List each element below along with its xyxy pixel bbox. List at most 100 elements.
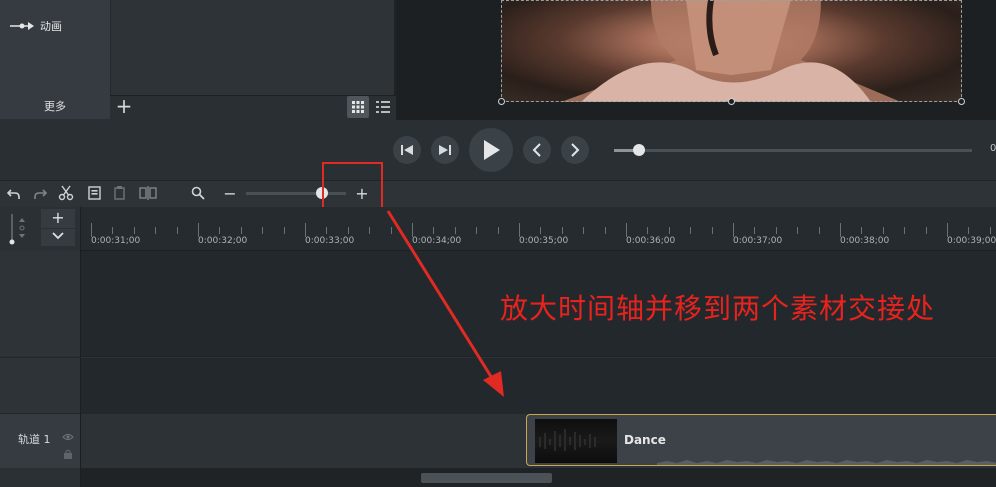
resize-handle-bottom-left[interactable] xyxy=(498,98,505,105)
ruler-label: 0:00:33;00 xyxy=(305,236,355,246)
clip-thumbnail-waveform xyxy=(539,429,596,451)
clip-name: Dance xyxy=(624,433,666,447)
ruler-tick xyxy=(989,227,991,234)
ruler-tick xyxy=(155,227,157,234)
clipboard-icon xyxy=(114,186,125,200)
sidebar-item-animation[interactable]: 动画 xyxy=(8,14,108,38)
ruler-tick xyxy=(904,227,906,234)
track-height-slider[interactable] xyxy=(8,212,28,246)
list-icon xyxy=(376,101,390,113)
ruler-tick xyxy=(775,227,777,234)
ruler-tick xyxy=(112,227,114,234)
ruler-tick xyxy=(604,227,606,234)
cut-button[interactable] xyxy=(56,182,76,204)
zoom-search-button[interactable] xyxy=(188,182,208,204)
lock-icon[interactable] xyxy=(63,444,73,459)
eye-icon[interactable] xyxy=(62,426,74,440)
ruler-label: 0:00:32;00 xyxy=(198,236,248,246)
ruler-tick xyxy=(176,227,178,234)
ruler-tick xyxy=(305,223,306,237)
ruler-tick xyxy=(818,227,820,234)
add-track-button[interactable]: + xyxy=(41,209,75,228)
time-readout: 0 xyxy=(990,143,996,154)
ruler-tick xyxy=(240,227,242,234)
annotation-arrow xyxy=(386,210,504,397)
ruler-tick xyxy=(690,227,692,234)
ruler-tick xyxy=(711,227,713,234)
ruler-tick xyxy=(369,227,371,234)
copy-icon xyxy=(88,186,101,200)
timeline-ruler[interactable]: 0:00:31;00 0:00:32;00 0:00:33;00 0:00:34;00… xyxy=(81,207,996,251)
selection-border xyxy=(501,0,962,102)
zoom-out-button[interactable]: − xyxy=(220,182,240,204)
ruler-tick xyxy=(925,227,927,234)
clip-thumbnail xyxy=(535,419,617,463)
track-header-empty xyxy=(0,357,80,413)
track-height-icon xyxy=(9,214,25,245)
previous-button[interactable] xyxy=(523,136,551,164)
redo-button[interactable] xyxy=(30,182,50,204)
ruler-tick xyxy=(283,227,285,234)
resize-handle-bottom-center[interactable] xyxy=(728,98,735,105)
grid-view-button[interactable] xyxy=(347,96,369,118)
ruler-label: 0:00:36;00 xyxy=(626,236,676,246)
track-1-label: 轨道 1 xyxy=(18,433,51,446)
chevron-left-icon xyxy=(532,143,541,157)
split-button[interactable] xyxy=(138,182,158,204)
chevron-right-icon xyxy=(571,143,580,157)
step-back-button[interactable] xyxy=(393,136,421,164)
play-button[interactable] xyxy=(469,128,513,172)
ruler-tick xyxy=(882,227,884,234)
resize-handle-bottom-right[interactable] xyxy=(958,98,965,105)
ruler-tick xyxy=(861,227,863,234)
ruler-tick xyxy=(91,223,92,237)
animation-arrow-icon xyxy=(10,22,34,30)
redo-icon xyxy=(34,189,47,199)
ruler-tick xyxy=(583,227,585,234)
media-clip[interactable]: Dance xyxy=(526,414,996,466)
ruler-tick xyxy=(647,227,649,234)
sidebar-item-animation-label: 动画 xyxy=(40,20,62,33)
track-options-button[interactable] xyxy=(41,229,75,246)
ruler-tick xyxy=(733,223,734,237)
chevron-down-icon xyxy=(52,232,64,240)
ruler-label: 0:00:38;00 xyxy=(840,236,890,246)
paste-button[interactable] xyxy=(110,182,130,204)
ruler-tick xyxy=(626,223,627,237)
ruler-tick xyxy=(840,223,841,237)
track-lane-empty[interactable] xyxy=(81,357,996,413)
step-forward-button[interactable] xyxy=(431,136,459,164)
undo-icon xyxy=(7,189,20,199)
scrubber-handle[interactable] xyxy=(633,144,645,156)
ruler-tick xyxy=(133,227,135,234)
ruler-label: 0:00:35;00 xyxy=(519,236,569,246)
copy-button[interactable] xyxy=(84,182,104,204)
ruler-tick xyxy=(540,227,542,234)
undo-button[interactable] xyxy=(4,182,24,204)
next-button[interactable] xyxy=(561,136,589,164)
clip-audio-waveform xyxy=(657,460,996,465)
ruler-tick xyxy=(326,227,328,234)
ruler-label: 0:00:31;00 xyxy=(91,236,141,246)
ruler-tick xyxy=(347,227,349,234)
add-button[interactable]: + xyxy=(112,95,136,119)
horizontal-scrollbar-thumb[interactable] xyxy=(421,473,552,483)
step-back-icon xyxy=(401,145,413,155)
ruler-tick xyxy=(947,223,948,237)
scrubber-track[interactable] xyxy=(614,149,972,152)
track-header-empty xyxy=(0,251,80,356)
ruler-label: 0:00:37;00 xyxy=(733,236,783,246)
ruler-tick xyxy=(797,227,799,234)
ruler-tick xyxy=(561,227,563,234)
annotation-text: 放大时间轴并移到两个素材交接处 xyxy=(500,292,936,325)
ruler-tick xyxy=(262,227,264,234)
magnifier-icon xyxy=(191,186,205,200)
more-button[interactable]: 更多 xyxy=(0,95,110,119)
ruler-tick xyxy=(219,227,221,234)
split-icon xyxy=(139,186,157,200)
ruler-label: 0:00:39;00 xyxy=(947,236,996,246)
scissors-icon xyxy=(58,185,74,201)
list-view-button[interactable] xyxy=(372,96,394,118)
ruler-tick xyxy=(968,227,970,234)
library-content-panel xyxy=(111,0,394,95)
